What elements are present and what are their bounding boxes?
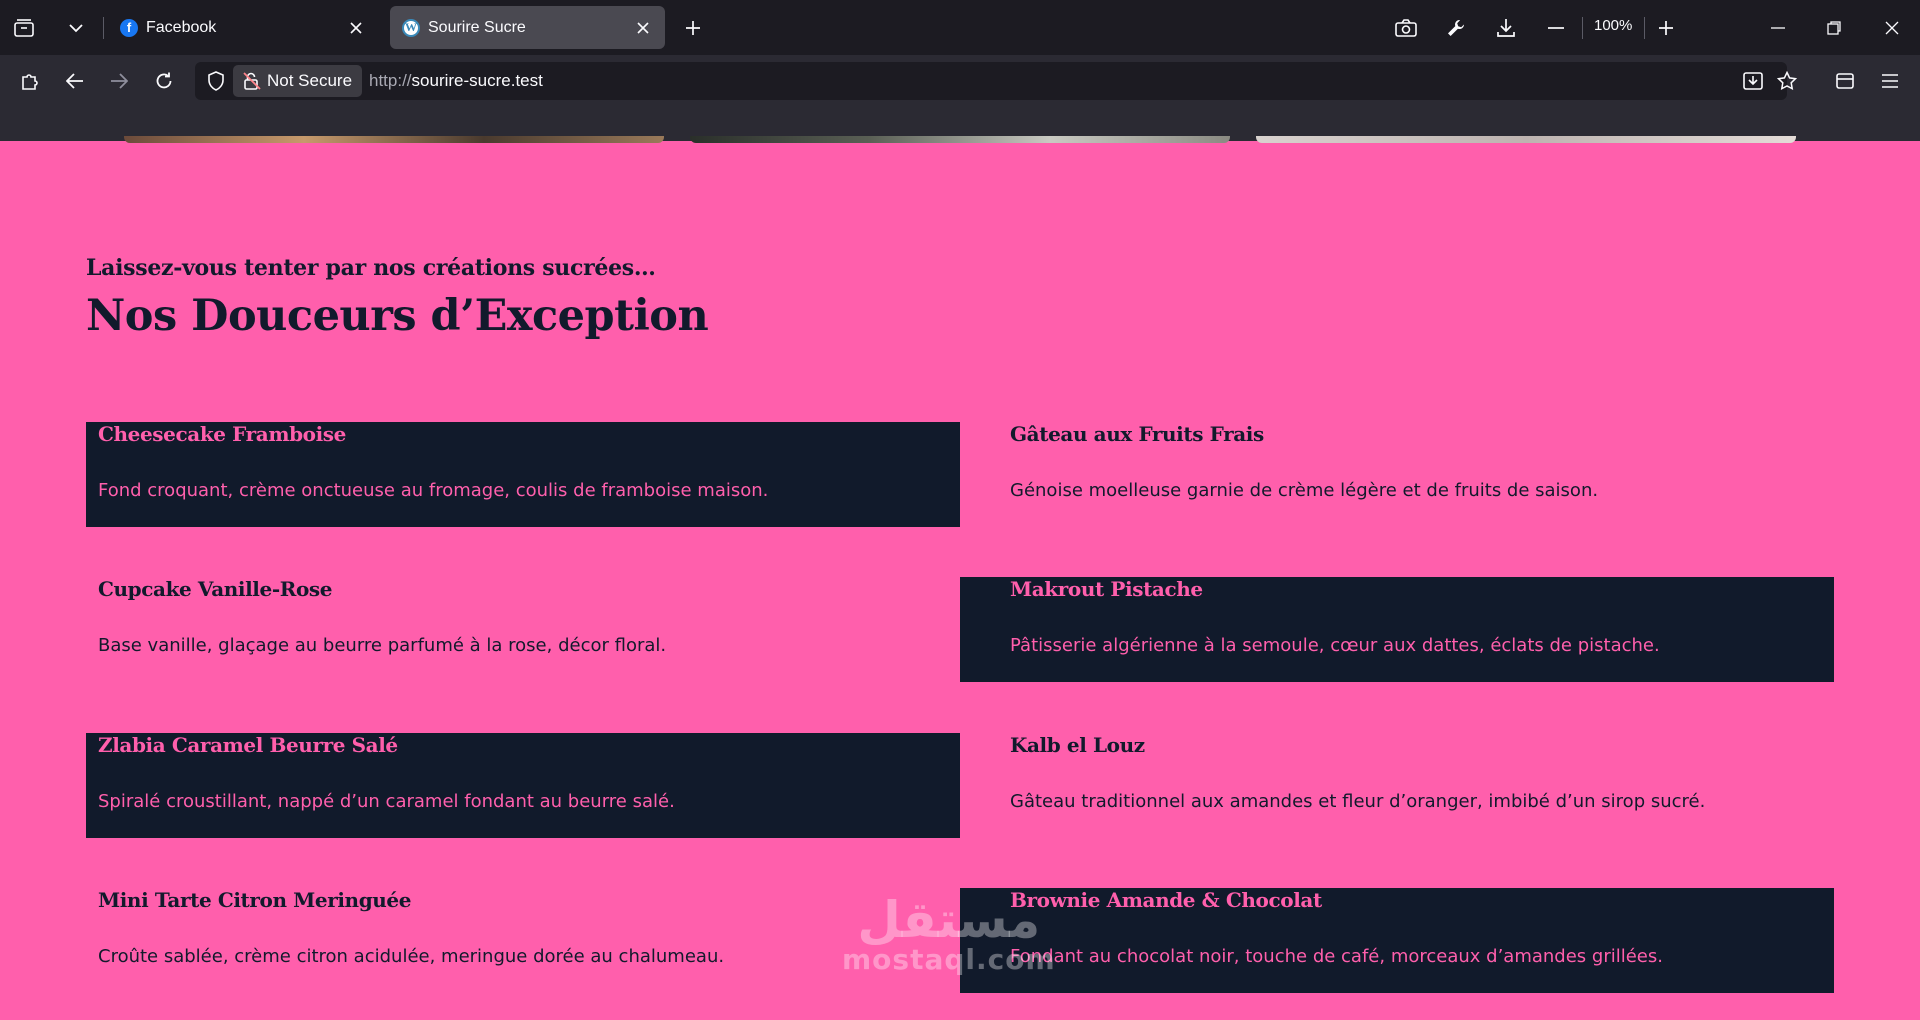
restore-window-icon[interactable]: [1822, 16, 1846, 40]
product-card[interactable]: Cheesecake Framboise Fond croquant, crèm…: [86, 422, 960, 527]
reload-icon[interactable]: [152, 69, 176, 93]
watermark-latin: mostaql.com: [842, 943, 1056, 976]
sidebar-toggle-icon[interactable]: [1833, 69, 1857, 93]
product-card[interactable]: Kalb el Louz Gâteau traditionnel aux ama…: [998, 733, 1872, 838]
tab-sourire-sucre[interactable]: W Sourire Sucre: [390, 6, 665, 49]
section-title: Nos Douceurs d’Exception: [86, 291, 709, 341]
firefox-view-icon[interactable]: [12, 16, 36, 40]
address-bar[interactable]: Not Secure http://sourire-sucre.test: [195, 62, 1797, 100]
section-kicker: Laissez-vous tenter par nos créations su…: [86, 255, 656, 281]
product-description: Gâteau traditionnel aux amandes et fleur…: [1010, 791, 1706, 812]
product-title: Kalb el Louz: [1010, 733, 1145, 757]
url-protocol: http://: [369, 71, 412, 90]
extensions-puzzle-icon[interactable]: [18, 69, 42, 93]
insecure-lock-icon: [243, 71, 261, 96]
url-text[interactable]: http://sourire-sucre.test: [369, 71, 543, 91]
save-to-pocket-icon[interactable]: [1742, 70, 1764, 92]
product-title: Makrout Pistache: [1010, 577, 1203, 601]
product-card[interactable]: Brownie Amande & Chocolat Fondant au cho…: [960, 888, 1834, 993]
tab-title: Sourire Sucre: [428, 18, 526, 36]
close-tab-icon[interactable]: [346, 18, 366, 38]
close-window-icon[interactable]: [1880, 16, 1904, 40]
wrench-tools-icon[interactable]: [1444, 16, 1468, 40]
tab-title: Facebook: [146, 18, 217, 36]
new-tab-plus-icon[interactable]: [681, 16, 705, 40]
zoom-divider: [1644, 17, 1645, 39]
minimize-window-icon[interactable]: [1766, 16, 1790, 40]
tab-list-chevron-icon[interactable]: [64, 16, 88, 40]
browser-nav-bar: Not Secure http://sourire-sucre.test: [0, 55, 1920, 141]
product-card[interactable]: Mini Tarte Citron Meringuée Croûte sablé…: [86, 888, 960, 993]
tab-divider: [103, 17, 104, 39]
tracking-shield-icon[interactable]: [205, 70, 227, 92]
product-card[interactable]: Gâteau aux Fruits Frais Génoise moelleus…: [998, 422, 1872, 527]
product-description: Spiralé croustillant, nappé d’un caramel…: [98, 791, 675, 812]
security-label: Not Secure: [267, 71, 353, 90]
product-title: Zlabia Caramel Beurre Salé: [98, 733, 398, 757]
product-card[interactable]: Makrout Pistache Pâtisserie algérienne à…: [960, 577, 1834, 682]
page-content: Laissez-vous tenter par nos créations su…: [0, 141, 1920, 1020]
app-menu-hamburger-icon[interactable]: [1878, 69, 1902, 93]
browser-tab-bar: f Facebook W Sourire Sucre 100%: [0, 0, 1920, 55]
wordpress-icon: W: [402, 18, 420, 37]
url-host: sourire-sucre.test: [411, 71, 543, 90]
bookmark-star-icon[interactable]: [1776, 70, 1798, 92]
product-card[interactable]: Zlabia Caramel Beurre Salé Spiralé crous…: [86, 733, 960, 838]
zoom-out-minus-icon[interactable]: [1544, 16, 1568, 40]
not-secure-badge[interactable]: Not Secure: [233, 65, 363, 97]
product-description: Génoise moelleuse garnie de crème légère…: [1010, 480, 1599, 501]
tab-facebook[interactable]: f Facebook: [108, 6, 378, 49]
product-title: Mini Tarte Citron Meringuée: [98, 888, 412, 912]
zoom-divider: [1582, 17, 1583, 39]
back-arrow-icon[interactable]: [63, 69, 87, 93]
product-title: Cheesecake Framboise: [98, 422, 346, 446]
product-description: Pâtisserie algérienne à la semoule, cœur…: [1010, 635, 1660, 656]
watermark-arabic: مستقل: [857, 891, 1041, 949]
product-description: Base vanille, glaçage au beurre parfumé …: [98, 635, 667, 656]
watermark-logo: مستقل mostaql.com: [842, 894, 1056, 974]
close-tab-icon[interactable]: [633, 18, 653, 38]
zoom-level[interactable]: 100%: [1594, 17, 1632, 34]
forward-arrow-icon[interactable]: [107, 69, 131, 93]
product-description: Fondant au chocolat noir, touche de café…: [1010, 946, 1663, 967]
product-title: Brownie Amande & Chocolat: [1010, 888, 1322, 912]
product-description: Fond croquant, crème onctueuse au fromag…: [98, 480, 769, 501]
facebook-icon: f: [120, 18, 138, 37]
screenshot-camera-icon[interactable]: [1394, 16, 1418, 40]
product-title: Gâteau aux Fruits Frais: [1010, 422, 1264, 446]
product-title: Cupcake Vanille-Rose: [98, 577, 333, 601]
product-description: Croûte sablée, crème citron acidulée, me…: [98, 946, 725, 967]
zoom-in-plus-icon[interactable]: [1654, 16, 1678, 40]
product-card[interactable]: Cupcake Vanille-Rose Base vanille, glaça…: [86, 577, 960, 682]
downloads-icon[interactable]: [1494, 16, 1518, 40]
